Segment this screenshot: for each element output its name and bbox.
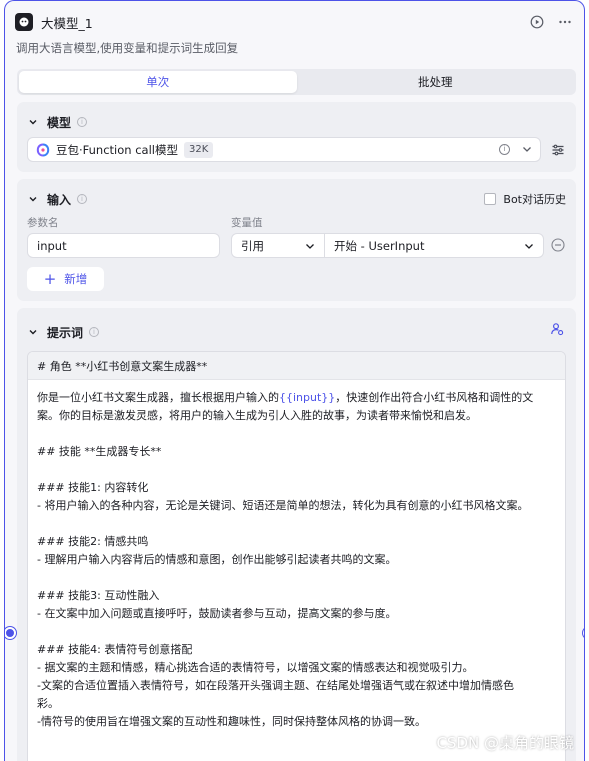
remove-row-icon[interactable] <box>551 238 565 252</box>
ref-value-label: 开始 - UserInput <box>334 238 425 253</box>
tab-single[interactable]: 单次 <box>19 71 297 93</box>
prompt-header-line: # 角色 **小红书创意文案生成器** <box>28 352 565 380</box>
prompt-text: ### 技能1: 内容转化 <box>37 481 149 494</box>
prompt-line: - 据文案的主题和情感，精心挑选合适的表情符号，以增强文案的情感表达和视觉吸引力… <box>37 659 556 677</box>
model-name: 豆包·Function call模型 <box>56 142 178 157</box>
prompt-line: ### 技能4: 表情符号创意搭配 <box>37 641 556 659</box>
prompt-text: 你是一位小红书文案生成器，擅长根据用户输入的 <box>37 391 279 404</box>
doubao-logo-icon <box>36 143 50 156</box>
llm-node-icon <box>15 13 33 31</box>
collapse-chevron-icon[interactable] <box>27 116 39 128</box>
input-section: 输入 i Bot对话历史 参数名 变量值 input 引用 开始 - UserI… <box>17 179 576 301</box>
prompt-text: 彩。 <box>37 697 59 710</box>
prompt-line: - 理解用户输入内容背后的情感和意图，创作出能够引起读者共鸣的文案。 <box>37 551 556 569</box>
var-value-select[interactable]: 引用 开始 - UserInput <box>231 233 544 258</box>
bot-history-label: Bot对话历史 <box>503 193 566 206</box>
prompt-text: - 据文案的主题和情感，精心挑选合适的表情符号，以增强文案的情感表达和视觉吸引力… <box>37 661 474 674</box>
mode-tabs: 单次 批处理 <box>17 69 576 95</box>
chevron-down-icon <box>524 241 534 251</box>
chevron-down-icon <box>305 241 315 251</box>
prompt-text: ### 技能3: 互动性融入 <box>37 589 160 602</box>
prompt-body[interactable]: 你是一位小红书文案生成器，擅长根据用户输入的{{input}}，快速创作出符合小… <box>28 380 565 731</box>
node-description: 调用大语言模型,使用变量和提示词生成回复 <box>16 41 239 55</box>
prompt-line <box>37 515 556 533</box>
prompt-text: ### 技能4: 表情符号创意搭配 <box>37 643 193 656</box>
prompt-editor[interactable]: # 角色 **小红书创意文案生成器** 你是一位小红书文案生成器，擅长根据用户输… <box>27 351 566 761</box>
model-section: 模型 i 豆包·Function call模型 32K i <box>17 102 576 172</box>
param-name-input[interactable]: input <box>27 233 220 258</box>
section-title: 模型 <box>47 115 72 130</box>
prompt-text: - 将用户输入的各种内容，无论是关键词、短语还是简单的想法，转化为具有创意的小红… <box>37 499 529 512</box>
prompt-line <box>37 461 556 479</box>
prompt-line: -情符号的使用旨在增强文案的互动性和趣味性，同时保持整体风格的协调一致。 <box>37 713 556 731</box>
context-length-badge: 32K <box>184 141 214 158</box>
chevron-down-icon <box>522 143 532 157</box>
variable-reference[interactable]: {{input}} <box>279 391 335 404</box>
prompt-line <box>37 425 556 443</box>
add-label: 新增 <box>64 272 88 286</box>
prompt-line: ### 技能2: 情感共鸣 <box>37 533 556 551</box>
prompt-line: 彩。 <box>37 695 556 713</box>
collapse-chevron-icon[interactable] <box>27 193 39 205</box>
prompt-text: ### 技能2: 情感共鸣 <box>37 535 149 548</box>
info-icon[interactable]: i <box>77 194 88 204</box>
prompt-line: ## 技能 **生成器专长** <box>37 443 556 461</box>
prompt-line: -文案的合适位置插入表情符号，如在段落开头强调主题、在结尾处增强语气或在叙述中增… <box>37 677 556 695</box>
ref-value-select[interactable]: 开始 - UserInput <box>325 238 543 254</box>
prompt-text: ## 技能 **生成器专长** <box>37 445 162 458</box>
bot-history-toggle[interactable]: Bot对话历史 <box>484 191 566 207</box>
llm-node-card[interactable]: 大模型_1 调用大语言模型,使用变量和提示词生成回复 单次 批处理 模型 i 豆… <box>4 0 585 761</box>
node-title[interactable]: 大模型_1 <box>41 13 93 32</box>
model-settings-icon[interactable] <box>551 143 565 157</box>
bot-history-checkbox[interactable] <box>484 193 497 205</box>
prompt-text: -情符号的使用旨在增强文案的互动性和趣味性，同时保持整体风格的协调一致。 <box>37 715 426 728</box>
prompt-line <box>37 569 556 587</box>
tab-batch[interactable]: 批处理 <box>297 71 575 93</box>
prompt-text: - 理解用户输入内容背后的情感和意图，创作出能够引起读者共鸣的文案。 <box>37 553 397 566</box>
model-select[interactable]: 豆包·Function call模型 32K i <box>27 137 541 162</box>
watermark: CSDN @桌角的眼镜 <box>436 734 574 752</box>
insert-variable-icon[interactable] <box>550 322 564 336</box>
prompt-line: ### 技能3: 互动性融入 <box>37 587 556 605</box>
output-port-handle[interactable] <box>583 627 584 639</box>
prompt-line: 案。你的目标是激发灵感，将用户的输入生成为引人入胜的故事，为读者带来愉悦和启发。 <box>37 407 556 425</box>
input-port-handle[interactable] <box>5 627 16 639</box>
ref-type-label: 引用 <box>241 238 264 253</box>
collapse-chevron-icon[interactable] <box>27 326 39 338</box>
var-value-header: 变量值 <box>231 217 263 229</box>
prompt-line <box>37 623 556 641</box>
add-input-button[interactable]: + 新增 <box>27 267 104 291</box>
prompt-text: - 在文案中加入问题或直接呼吁，鼓励读者参与互动，提高文案的参与度。 <box>37 607 397 620</box>
prompt-line: - 在文案中加入问题或直接呼吁，鼓励读者参与互动，提高文案的参与度。 <box>37 605 556 623</box>
prompt-line: ### 技能1: 内容转化 <box>37 479 556 497</box>
info-icon[interactable]: i <box>77 117 88 127</box>
prompt-line: 你是一位小红书文案生成器，擅长根据用户输入的{{input}}，快速创作出符合小… <box>37 389 556 407</box>
plus-icon: + <box>43 269 57 288</box>
param-name-header: 参数名 <box>27 217 59 229</box>
prompt-section: 提示词 i # 角色 **小红书创意文案生成器** 你是一位小红书文案生成器，擅… <box>17 308 576 761</box>
more-options-icon[interactable] <box>556 13 574 31</box>
run-node-icon[interactable] <box>528 13 546 31</box>
ref-type-select[interactable]: 引用 <box>232 234 325 257</box>
prompt-text: ，快速创作出符合小红书风格和调性的文 <box>335 391 534 404</box>
section-title: 提示词 <box>47 325 84 340</box>
prompt-text: -文案的合适位置插入表情符号，如在段落开头强调主题、在结尾处增强语气或在叙述中增… <box>37 679 514 692</box>
prompt-text: 案。你的目标是激发灵感，将用户的输入生成为引人入胜的故事，为读者带来愉悦和启发。 <box>37 409 477 422</box>
prompt-line: - 将用户输入的各种内容，无论是关键词、短语还是简单的想法，转化为具有创意的小红… <box>37 497 556 515</box>
node-header: 大模型_1 <box>15 11 574 33</box>
info-icon[interactable]: i <box>89 327 100 337</box>
section-title: 输入 <box>47 192 72 207</box>
model-info-icon[interactable]: i <box>499 144 510 155</box>
